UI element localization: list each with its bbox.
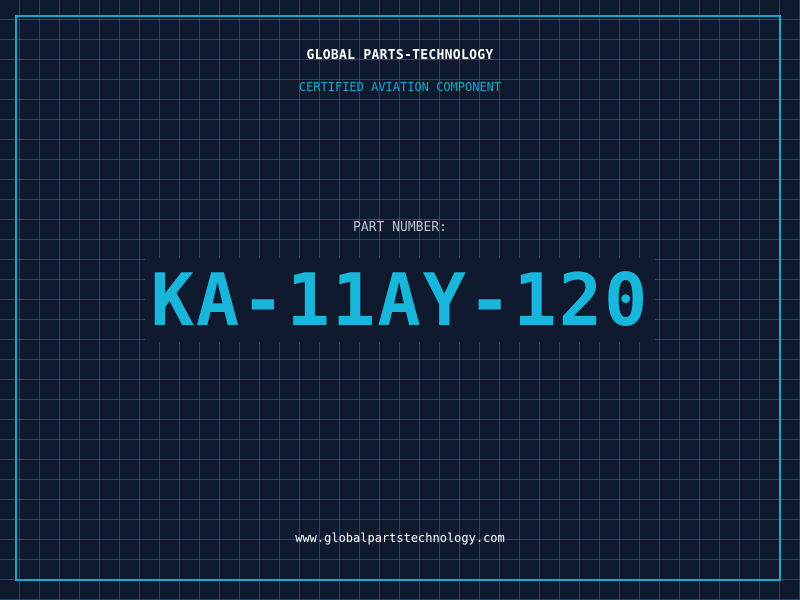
part-number-container: KA-11AY-120 xyxy=(0,258,800,342)
part-number-label: PART NUMBER: xyxy=(353,220,447,235)
website-url: www.globalpartstechnology.com xyxy=(295,531,505,545)
part-number-value: KA-11AY-120 xyxy=(144,258,656,342)
tagline: CERTIFIED AVIATION COMPONENT xyxy=(298,80,502,94)
brand-name: GLOBAL PARTS-TECHNOLOGY xyxy=(306,48,494,63)
label-card: GLOBAL PARTS-TECHNOLOGY CERTIFIED AVIATI… xyxy=(0,0,800,600)
